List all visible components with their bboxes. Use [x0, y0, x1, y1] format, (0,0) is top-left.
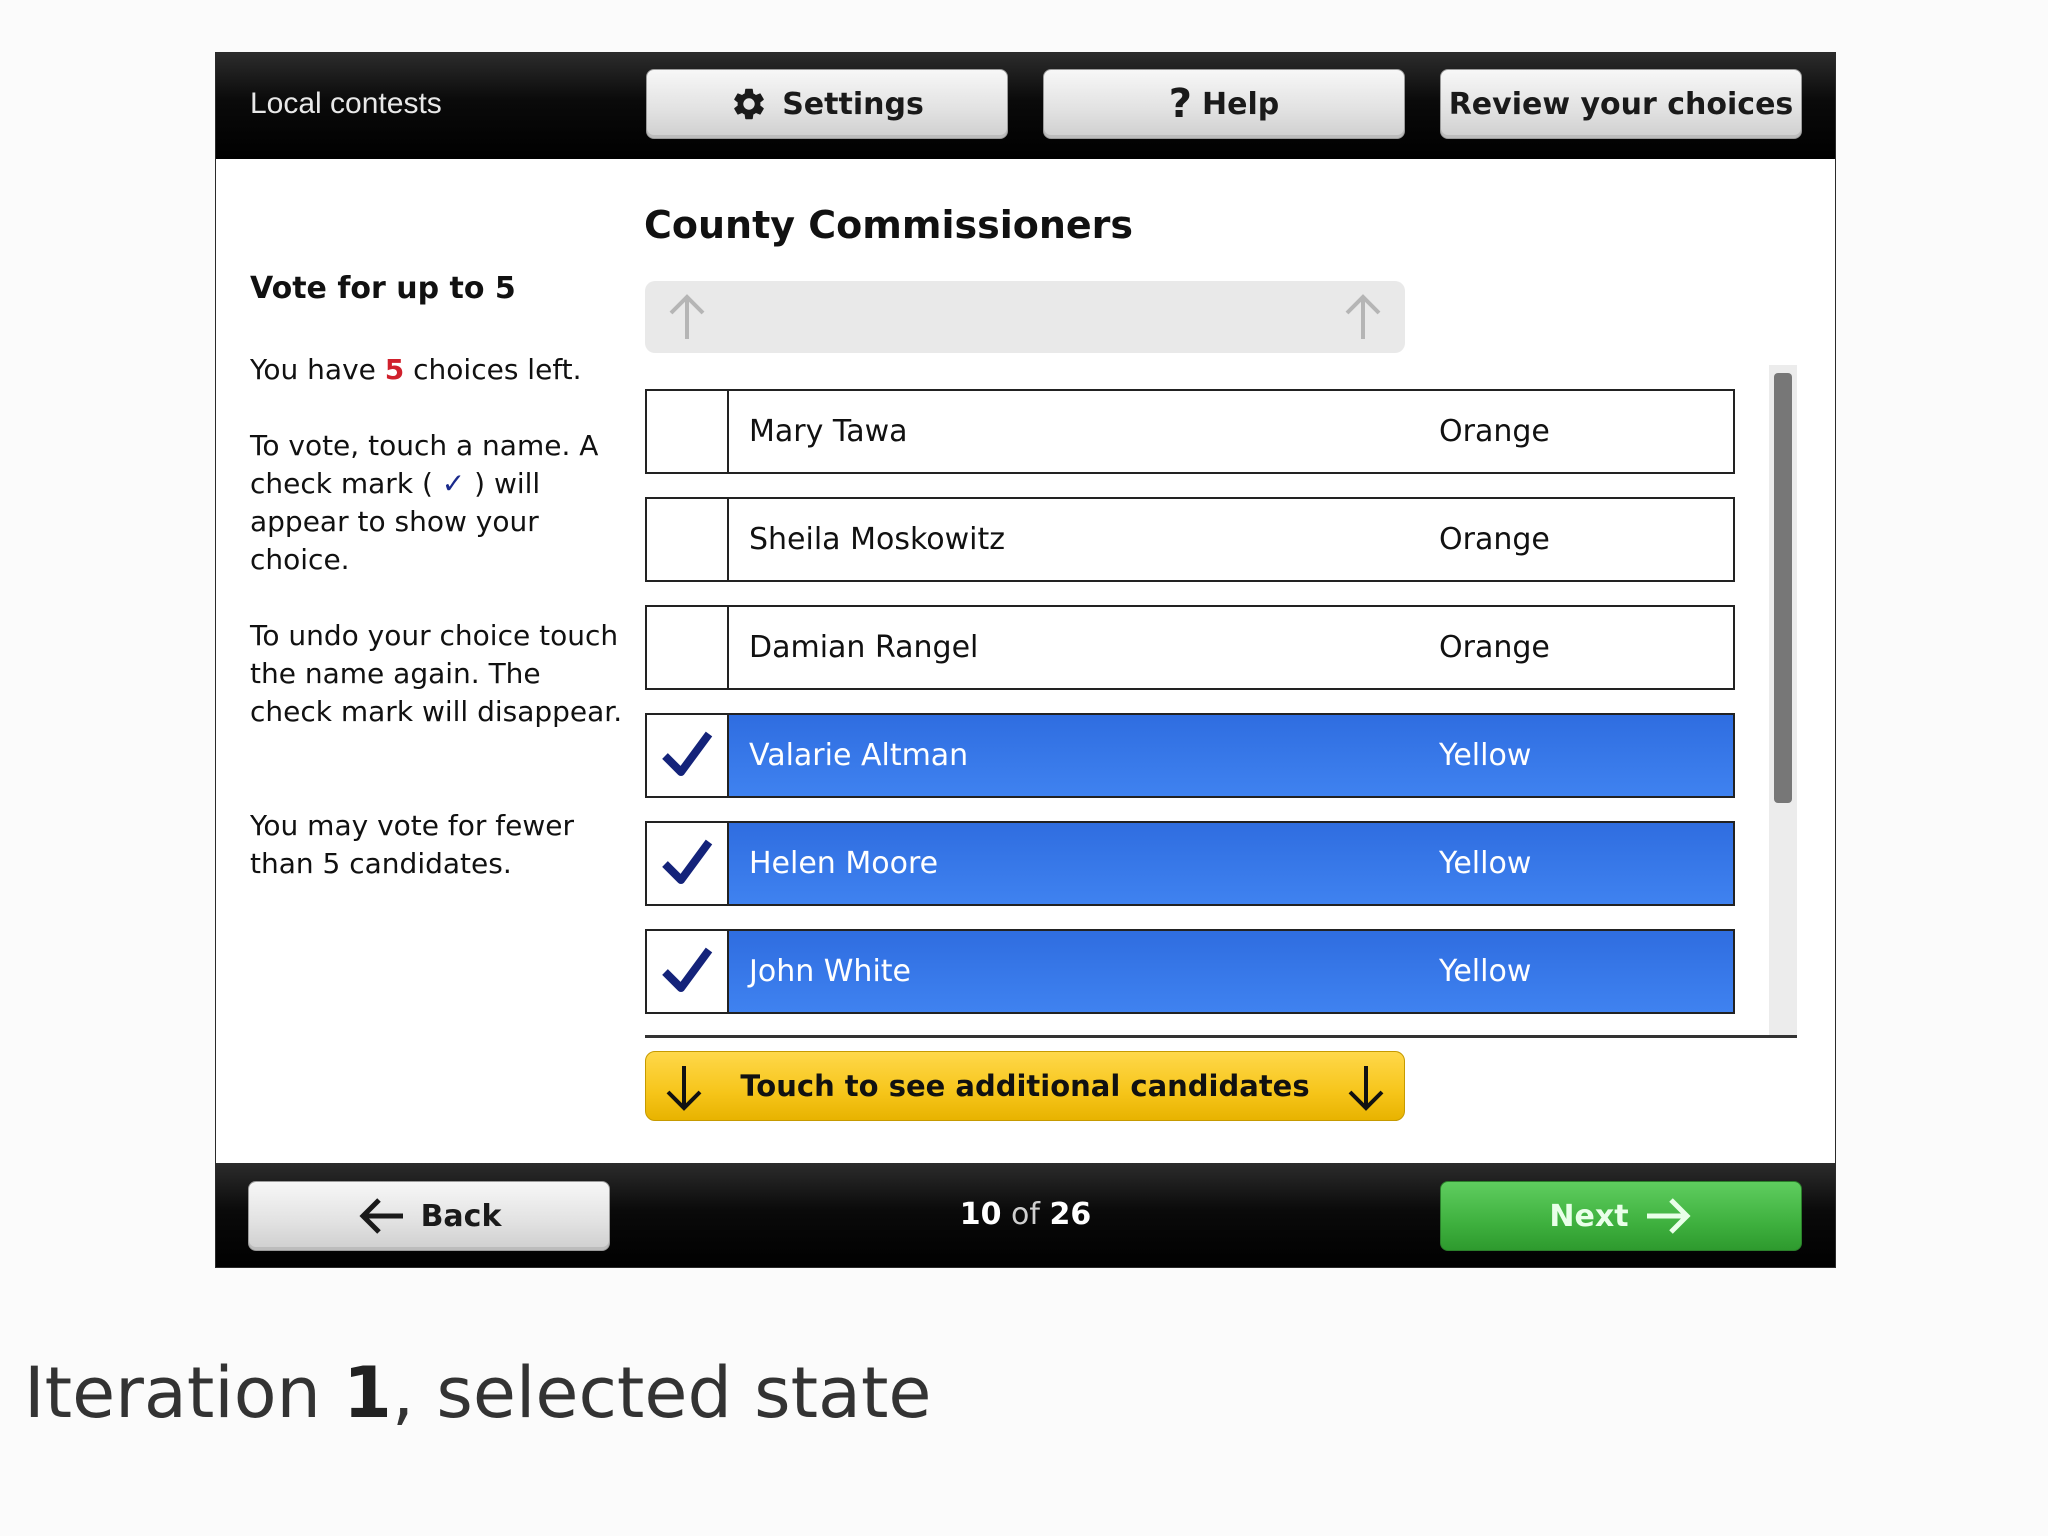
- candidate-checkbox[interactable]: [647, 931, 729, 1012]
- candidate-party: Orange: [1439, 414, 1550, 449]
- settings-button[interactable]: Settings: [646, 69, 1008, 139]
- candidate-name: Damian Rangel: [749, 630, 979, 665]
- ballot-screen: Local contests Settings ? Help Review yo…: [215, 52, 1836, 1268]
- scrollbar-thumb[interactable]: [1774, 373, 1792, 803]
- candidate-party: Yellow: [1439, 738, 1532, 773]
- help-label: Help: [1201, 86, 1280, 122]
- settings-label: Settings: [782, 86, 924, 122]
- undo-text: To undo your choice touch the name again…: [250, 619, 623, 728]
- arrow-down-icon: [1344, 1062, 1388, 1121]
- question-icon: ?: [1168, 81, 1192, 127]
- help-button[interactable]: ? Help: [1043, 69, 1405, 139]
- checkmark-icon: [659, 942, 715, 1002]
- more-candidates-label: Touch to see additional candidates: [740, 1069, 1310, 1103]
- checkmark-icon: [659, 726, 715, 786]
- scroll-up-button[interactable]: [645, 281, 1405, 353]
- vote-limit: Vote for up to 5: [250, 271, 516, 306]
- next-button[interactable]: Next: [1440, 1181, 1802, 1251]
- page-total: 26: [1049, 1197, 1092, 1232]
- candidate-checkbox[interactable]: [647, 499, 729, 580]
- list-divider: [645, 1035, 1797, 1038]
- candidate-checkbox[interactable]: [647, 607, 729, 688]
- review-choices-button[interactable]: Review your choices: [1440, 69, 1802, 139]
- candidate-row[interactable]: Helen Moore Yellow: [645, 821, 1735, 906]
- arrow-up-icon: [665, 291, 709, 347]
- candidate-party: Yellow: [1439, 846, 1532, 881]
- top-bar: Local contests Settings ? Help Review yo…: [216, 53, 1835, 159]
- arrow-up-icon: [1341, 291, 1385, 347]
- page-current: 10: [959, 1197, 1002, 1232]
- arrow-right-icon: [1643, 1196, 1693, 1236]
- vote-fewer-text: You may vote for fewer than 5 candidates…: [250, 809, 574, 880]
- candidate-party: Orange: [1439, 630, 1550, 665]
- caption: Iteration 1, selected state: [24, 1352, 932, 1434]
- candidate-row[interactable]: Sheila Moskowitz Orange: [645, 497, 1735, 582]
- arrow-down-icon: [662, 1062, 706, 1121]
- candidate-row[interactable]: Valarie Altman Yellow: [645, 713, 1735, 798]
- choices-left-count: 5: [384, 353, 405, 386]
- choices-left-text: You have 5 choices left.: [250, 353, 582, 386]
- caption-number: 1: [343, 1352, 392, 1434]
- scrollbar[interactable]: [1769, 365, 1797, 1037]
- candidate-name: Helen Moore: [749, 846, 939, 881]
- section-title: Local contests: [250, 87, 442, 120]
- page-of: of: [1001, 1197, 1050, 1232]
- checkmark-icon: ✓: [441, 467, 466, 500]
- candidate-party: Orange: [1439, 522, 1550, 557]
- more-candidates-button[interactable]: Touch to see additional candidates: [645, 1051, 1405, 1121]
- candidate-name: John White: [749, 954, 911, 989]
- candidate-checkbox[interactable]: [647, 823, 729, 904]
- candidate-name: Mary Tawa: [749, 414, 908, 449]
- candidate-name: Valarie Altman: [749, 738, 969, 773]
- how-to-vote-text: To vote, touch a name. A check mark ( ✓ …: [250, 429, 599, 576]
- checkmark-icon: [659, 834, 715, 894]
- gear-icon: [730, 85, 768, 123]
- candidate-row[interactable]: John White Yellow: [645, 929, 1735, 1014]
- candidate-row[interactable]: Damian Rangel Orange: [645, 605, 1735, 690]
- bottom-bar: Back 10 of 26 Next: [216, 1163, 1835, 1267]
- candidate-party: Yellow: [1439, 954, 1532, 989]
- contest-title: County Commissioners: [644, 203, 1134, 247]
- candidate-row[interactable]: Mary Tawa Orange: [645, 389, 1735, 474]
- candidate-checkbox[interactable]: [647, 715, 729, 796]
- candidate-name: Sheila Moskowitz: [749, 522, 1006, 557]
- candidate-checkbox[interactable]: [647, 391, 729, 472]
- review-label: Review your choices: [1448, 86, 1794, 122]
- next-label: Next: [1549, 1198, 1629, 1234]
